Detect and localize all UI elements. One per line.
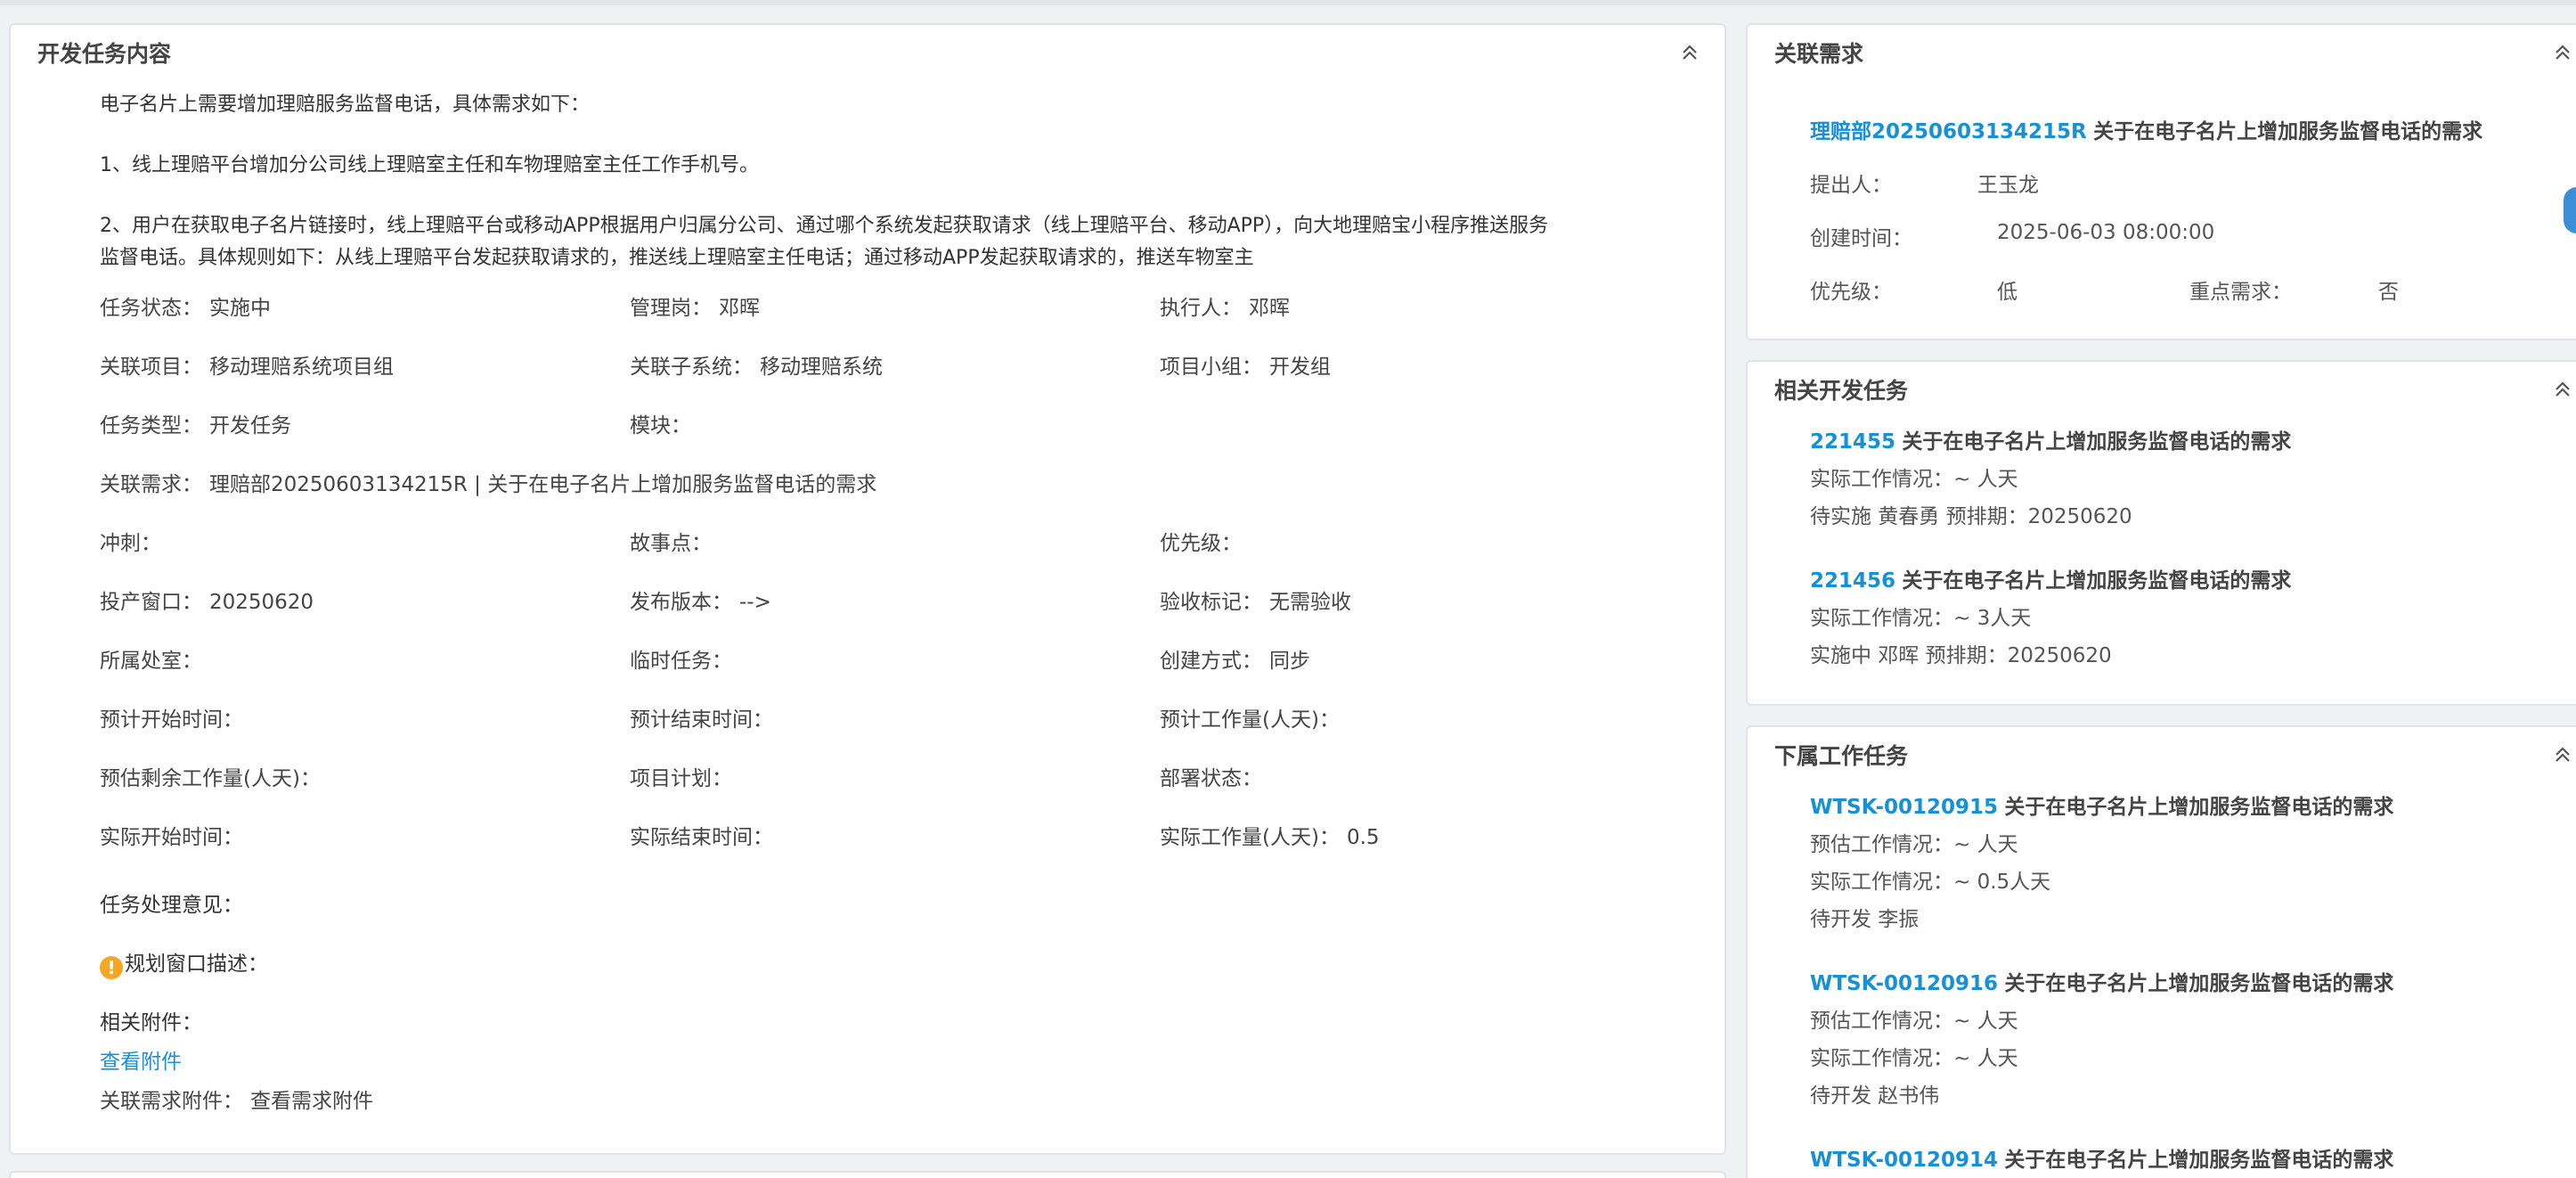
description-line: 1、线上理赔平台增加分公司线上理赔室主任和车物理赔室主任工作手机号。 — [100, 154, 759, 176]
field-plan-effort: 预计工作量(人天)： — [1160, 708, 1340, 732]
dev-task-id-link[interactable]: 221455 — [1810, 430, 1895, 454]
view-attachments-link[interactable]: 查看附件 — [100, 1048, 182, 1076]
key-requirement-label: 重点需求： — [2189, 281, 2292, 304]
work-task-id-link[interactable]: WTSK-00120916 — [1810, 972, 1998, 995]
work-task-title-row: WTSK-00120915 关于在电子名片上增加服务监督电话的需求 — [1810, 796, 2394, 819]
task-opinion-label: 任务处理意见： — [100, 894, 243, 917]
work-task-title-row: WTSK-00120916 关于在电子名片上增加服务监督电话的需求 — [1810, 972, 2394, 995]
field-task-status: 任务状态： 实施中 — [100, 297, 271, 320]
proposer-label: 提出人： — [1810, 174, 1892, 197]
next-panel-edge — [9, 1171, 1726, 1178]
chevron-double-up-icon[interactable] — [2549, 376, 2576, 403]
req-attachments-row: 关联需求附件： 查看需求附件 — [100, 1090, 373, 1113]
description-line: 电子名片上需要增加理赔服务监督电话，具体需求如下： — [100, 94, 591, 116]
related-dev-tasks-panel: 相关开发任务 221455 关于在电子名片上增加服务监督电话的需求 实际工作情况… — [1746, 360, 2576, 706]
plan-window-row: ! 规划窗口描述： — [100, 950, 268, 979]
top-bar — [0, 0, 2576, 5]
work-task-estimate: 预估工作情况：~ 人天 — [1810, 833, 2018, 856]
field-executor: 执行人： 邓晖 — [1160, 297, 1290, 320]
chevron-double-up-icon[interactable] — [2549, 39, 2576, 66]
work-task-id-link[interactable]: WTSK-00120914 — [1810, 1149, 1998, 1172]
description-line: 监督电话。具体规则如下：从线上理赔平台发起获取请求的，推送线上理赔室主任电话；通… — [100, 247, 1254, 269]
field-release-window: 投产窗口： 20250620 — [100, 591, 314, 614]
requirement-name: 关于在电子名片上增加服务监督电话的需求 — [2093, 120, 2483, 143]
work-task-id-link[interactable]: WTSK-00120915 — [1810, 796, 1998, 819]
panel-title: 相关开发任务 — [1774, 378, 1909, 404]
chevron-double-up-icon[interactable] — [2549, 741, 2576, 768]
dev-task-id-link[interactable]: 221456 — [1810, 569, 1895, 593]
work-task-actual: 实际工作情况：~ 0.5人天 — [1810, 871, 2051, 894]
panel-header: 开发任务内容 — [11, 25, 1724, 80]
dev-task-actual: 实际工作情况：~ 3人天 — [1810, 607, 2032, 630]
panel-title: 下属工作任务 — [1774, 743, 1909, 769]
field-project: 关联项目： 移动理赔系统项目组 — [100, 356, 394, 379]
field-plan-end: 预计结束时间： — [630, 708, 773, 732]
field-subsystem: 关联子系统： 移动理赔系统 — [630, 356, 883, 379]
priority-label: 优先级： — [1810, 281, 1892, 304]
dev-task-content-panel: 开发任务内容 电子名片上需要增加理赔服务监督电话，具体需求如下： 1、线上理赔平… — [9, 23, 1726, 1155]
field-module: 模块： — [630, 414, 691, 438]
field-create-mode: 创建方式： 同步 — [1160, 650, 1310, 673]
field-remaining-effort: 预估剩余工作量(人天)： — [100, 767, 321, 790]
work-task-actual: 实际工作情况：~ 人天 — [1810, 1047, 2018, 1070]
sub-work-tasks-panel: 下属工作任务 WTSK-00120915 关于在电子名片上增加服务监督电话的需求… — [1746, 725, 2576, 1178]
field-release-version: 发布版本： --> — [630, 591, 771, 614]
field-project-plan: 项目计划： — [630, 767, 732, 790]
field-related-requirement: 关联需求： 理赔部20250603134215R | 关于在电子名片上增加服务监督… — [100, 473, 877, 496]
created-label: 创建时间： — [1810, 227, 1912, 250]
requirement-code-link[interactable]: 理赔部20250603134215R — [1810, 120, 2087, 143]
chevron-double-up-icon[interactable] — [1676, 39, 1703, 66]
panel-title: 关联需求 — [1774, 41, 1864, 67]
dev-task-status: 实施中 邓晖 预排期：20250620 — [1810, 644, 2112, 667]
work-task-status: 待开发 赵书伟 — [1810, 1084, 1940, 1108]
field-acceptance: 验收标记： 无需验收 — [1160, 591, 1351, 614]
dev-task-actual: 实际工作情况：~ 人天 — [1810, 468, 2018, 491]
view-req-attachments-link[interactable]: 查看需求附件 — [250, 1090, 373, 1113]
panel-header: 下属工作任务 — [1748, 727, 2576, 782]
field-actual-start: 实际开始时间： — [100, 826, 243, 849]
panel-title: 开发任务内容 — [37, 41, 172, 67]
attachments-label: 相关附件： — [100, 1011, 202, 1035]
related-requirement-panel: 关联需求 理赔部20250603134215R 关于在电子名片上增加服务监督电话… — [1746, 23, 2576, 340]
field-actual-effort: 实际工作量(人天)： 0.5 — [1160, 826, 1380, 849]
description-line: 2、用户在获取电子名片链接时，线上理赔平台或移动APP根据用户归属分公司、通过哪… — [100, 215, 1549, 237]
key-requirement-value: 否 — [2378, 281, 2399, 304]
field-plan-start: 预计开始时间： — [100, 708, 243, 732]
field-deploy-status: 部署状态： — [1160, 767, 1262, 790]
work-task-estimate: 预估工作情况：~ 人天 — [1810, 1010, 2018, 1033]
panel-header: 关联需求 — [1748, 25, 2576, 80]
field-manager: 管理岗： 邓晖 — [630, 297, 760, 320]
dev-task-title-row: 221455 关于在电子名片上增加服务监督电话的需求 — [1810, 430, 2292, 454]
floating-action-button[interactable] — [2564, 187, 2576, 233]
field-team: 项目小组： 开发组 — [1160, 356, 1331, 379]
proposer-value: 王玉龙 — [1977, 174, 2039, 197]
plan-window-label: 规划窗口描述： — [125, 953, 268, 976]
field-story-points: 故事点： — [630, 532, 712, 555]
field-priority: 优先级： — [1160, 532, 1242, 555]
field-sprint: 冲刺： — [100, 532, 161, 555]
field-temp-task: 临时任务： — [630, 650, 732, 673]
dev-task-title-row: 221456 关于在电子名片上增加服务监督电话的需求 — [1810, 569, 2292, 593]
requirement-title-row: 理赔部20250603134215R 关于在电子名片上增加服务监督电话的需求 — [1810, 118, 2482, 146]
dev-task-status: 待实施 黄春勇 预排期：20250620 — [1810, 505, 2132, 528]
field-department: 所属处室： — [100, 650, 202, 673]
field-actual-end: 实际结束时间： — [630, 826, 773, 849]
field-task-type: 任务类型： 开发任务 — [100, 414, 291, 438]
exclamation-circle-icon: ! — [100, 956, 123, 979]
priority-value: 低 — [1997, 281, 2018, 304]
panel-header: 相关开发任务 — [1748, 362, 2576, 417]
work-task-status: 待开发 李振 — [1810, 908, 1920, 931]
created-value: 2025-06-03 08:00:00 — [1997, 221, 2215, 244]
work-task-title-row: WTSK-00120914 关于在电子名片上增加服务监督电话的需求 — [1810, 1149, 2394, 1172]
